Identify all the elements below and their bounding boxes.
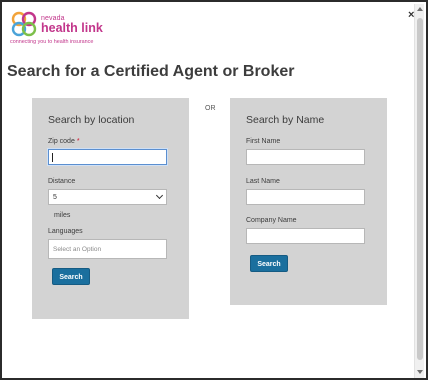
scroll-down-icon[interactable] [417, 370, 423, 374]
brand-logo: nevada health link connecting you to hea… [10, 10, 110, 50]
location-search-panel: Search by location Zip code * Distance 5… [32, 98, 189, 319]
first-name-label: First Name [246, 138, 281, 145]
languages-label: Languages [48, 228, 83, 235]
last-name-label: Last Name [246, 178, 280, 185]
chevron-down-icon [155, 191, 164, 200]
distance-selected-value: 5 [53, 194, 57, 201]
or-separator: OR [205, 105, 216, 112]
brand-name: health link [41, 21, 103, 35]
name-search-button[interactable]: Search [250, 255, 288, 272]
scrollbar-thumb[interactable] [417, 18, 423, 360]
page-title: Search for a Certified Agent or Broker [7, 63, 295, 80]
name-search-heading: Search by Name [246, 114, 325, 126]
zip-code-label-text: Zip code [48, 138, 75, 145]
logo-mark-icon [11, 11, 37, 37]
text-caret [52, 153, 53, 162]
company-name-label: Company Name [246, 217, 297, 224]
company-name-input[interactable] [246, 228, 365, 244]
languages-select[interactable]: Select an Option [48, 239, 167, 259]
modal-window: nevada health link connecting you to hea… [0, 0, 428, 380]
first-name-input[interactable] [246, 149, 365, 165]
required-marker: * [76, 138, 80, 145]
location-search-button[interactable]: Search [52, 268, 90, 285]
zip-code-input[interactable] [48, 149, 167, 165]
languages-placeholder: Select an Option [53, 246, 102, 253]
vertical-scrollbar[interactable] [414, 4, 424, 378]
distance-unit: miles [54, 212, 71, 219]
distance-label: Distance [48, 178, 76, 185]
brand-tagline: connecting you to health insurance [10, 39, 94, 45]
last-name-input[interactable] [246, 189, 365, 205]
name-search-panel: Search by Name First Name Last Name Comp… [230, 98, 387, 305]
scroll-up-icon[interactable] [417, 7, 423, 11]
zip-code-label: Zip code * [48, 138, 80, 145]
distance-select[interactable]: 5 [48, 189, 167, 205]
location-search-heading: Search by location [48, 114, 135, 126]
